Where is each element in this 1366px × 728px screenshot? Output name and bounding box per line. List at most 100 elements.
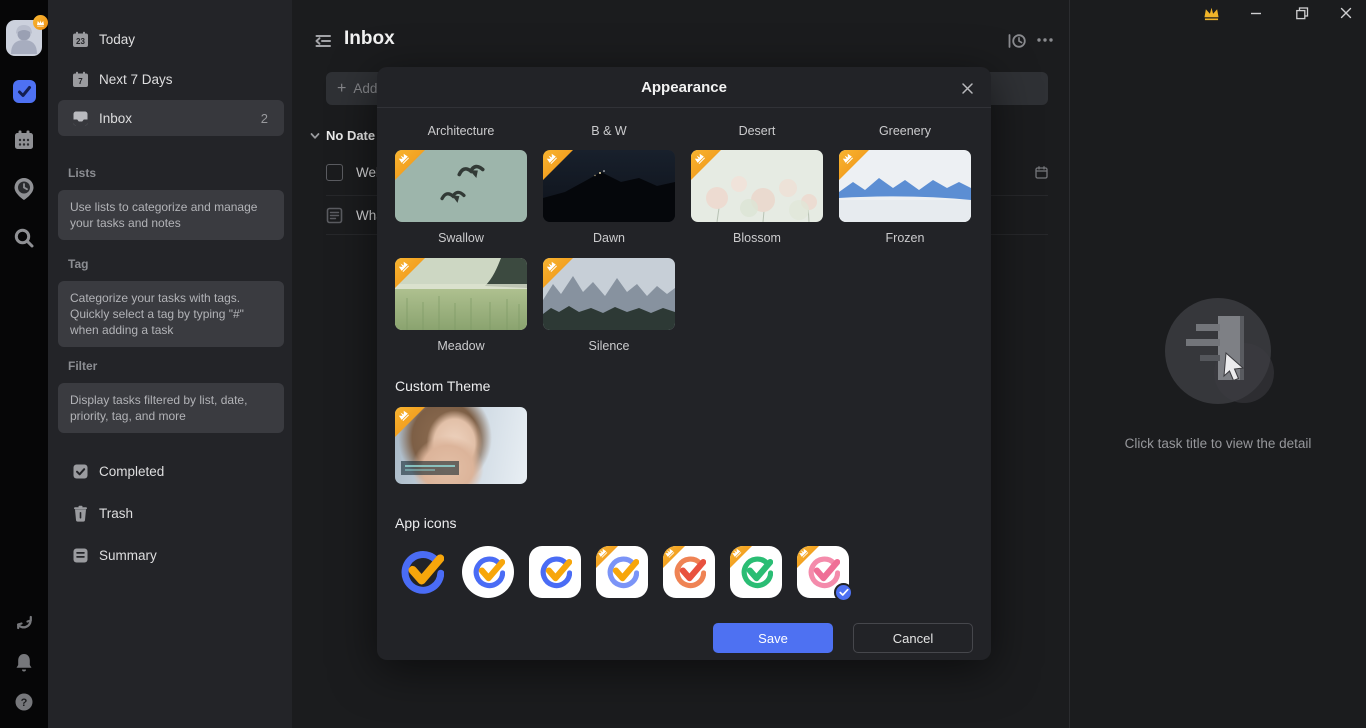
sidebar-item-next7days[interactable]: 7 Next 7 Days [48, 66, 292, 92]
theme-swallow[interactable]: Swallow [395, 150, 527, 245]
page-title: Inbox [344, 28, 395, 50]
theme-name: B & W [543, 124, 675, 138]
section-label-filter[interactable]: Filter [48, 359, 292, 373]
premium-crown-icon[interactable] [1201, 3, 1221, 23]
theme-name: Greenery [839, 124, 971, 138]
today-calendar-icon: 23 [72, 31, 89, 48]
theme-name: Desert [691, 124, 823, 138]
svg-text:?: ? [21, 697, 28, 709]
collapse-sidebar-icon[interactable] [313, 31, 333, 51]
theme-row: Meadow Silence [395, 258, 973, 353]
sidebar-item-label: Completed [99, 464, 164, 479]
sidebar-item-inbox[interactable]: Inbox 2 [58, 100, 284, 136]
sidebar-item-label: Summary [99, 548, 157, 563]
appearance-dialog: Appearance Architecture B & W Desert Gre… [377, 67, 991, 660]
help-icon[interactable]: ? [12, 690, 36, 714]
maximize-restore-button[interactable] [1292, 3, 1312, 23]
app-icon-pink-premium-selected[interactable] [797, 546, 849, 598]
more-options-icon[interactable] [1035, 33, 1055, 47]
chevron-down-icon [310, 132, 320, 140]
section-label-lists[interactable]: Lists [48, 166, 292, 180]
premium-crown-badge [395, 407, 425, 437]
user-avatar[interactable] [6, 20, 42, 56]
app-icon-white-circle[interactable] [462, 546, 514, 598]
theme-name: Meadow [395, 339, 527, 353]
custom-theme-thumbnail[interactable] [395, 407, 527, 484]
save-button[interactable]: Save [713, 623, 833, 653]
rail-tasks-icon[interactable] [12, 79, 36, 103]
sync-icon[interactable] [12, 610, 36, 634]
theme-thumbnail-blossom[interactable] [691, 150, 823, 222]
sidebar-item-label: Trash [99, 506, 133, 521]
inbox-icon [72, 110, 89, 127]
theme-thumbnail-silence[interactable] [543, 258, 675, 330]
trash-icon [72, 505, 89, 522]
rail-focus-icon[interactable] [12, 177, 36, 201]
group-label: No Date [326, 128, 375, 143]
theme-name: Frozen [839, 231, 971, 245]
sidebar-item-label: Next 7 Days [99, 72, 173, 87]
notification-bell-icon[interactable] [12, 650, 36, 674]
empty-state-illustration [1156, 293, 1280, 417]
sidebar-item-label: Today [99, 32, 135, 47]
filter-hint[interactable]: Display tasks filtered by list, date, pr… [58, 383, 284, 433]
theme-blossom[interactable]: Blossom [691, 150, 823, 245]
dialog-footer: Save Cancel [395, 623, 973, 653]
theme-name: Silence [543, 339, 675, 353]
selected-check-badge [834, 583, 853, 602]
cancel-button[interactable]: Cancel [853, 623, 973, 653]
rail-calendar-icon[interactable] [12, 128, 36, 152]
sort-icon[interactable] [1006, 31, 1027, 51]
minimize-button[interactable] [1246, 3, 1266, 23]
close-dialog-icon[interactable] [957, 78, 977, 98]
theme-silence[interactable]: Silence [543, 258, 675, 353]
app-icons-row [395, 544, 973, 600]
app-icon-white-square[interactable] [529, 546, 581, 598]
section-label-tag[interactable]: Tag [48, 257, 292, 271]
theme-thumbnail-frozen[interactable] [839, 150, 971, 222]
app-icon-green-premium[interactable] [730, 546, 782, 598]
detail-panel: Click task title to view the detail [1069, 0, 1366, 728]
theme-thumbnail-dawn[interactable] [543, 150, 675, 222]
theme-name: Dawn [543, 231, 675, 245]
sidebar-item-today[interactable]: 23 Today [48, 26, 292, 52]
avatar-premium-crown-icon [33, 15, 48, 30]
svg-text:7: 7 [78, 77, 83, 86]
task-calendar-icon [1035, 166, 1048, 179]
app-icon-logo-plain[interactable] [395, 546, 447, 598]
next7days-calendar-icon: 7 [72, 71, 89, 88]
left-rail: ? [0, 0, 48, 728]
svg-text:23: 23 [76, 37, 85, 46]
detail-hint-text: Click task title to view the detail [1070, 436, 1366, 451]
theme-meadow[interactable]: Meadow [395, 258, 527, 353]
theme-name: Blossom [691, 231, 823, 245]
app-icon-light-blue-premium[interactable] [596, 546, 648, 598]
theme-dawn[interactable]: Dawn [543, 150, 675, 245]
theme-thumbnail-meadow[interactable] [395, 258, 527, 330]
tag-hint[interactable]: Categorize your tasks with tags. Quickly… [58, 281, 284, 347]
app-icons-label: App icons [395, 515, 973, 531]
rail-search-icon[interactable] [12, 226, 36, 250]
task-checkbox[interactable] [326, 164, 343, 181]
theme-thumbnail-swallow[interactable] [395, 150, 527, 222]
theme-row: Swallow Dawn [395, 150, 973, 245]
theme-frozen[interactable]: Frozen [839, 150, 971, 245]
dialog-title: Appearance [377, 67, 991, 108]
list-header: Inbox [292, 0, 1069, 62]
lists-hint[interactable]: Use lists to categorize and manage your … [58, 190, 284, 240]
app-icon-orange-premium[interactable] [663, 546, 715, 598]
close-window-button[interactable] [1336, 3, 1356, 23]
sidebar-item-summary[interactable]: Summary [48, 542, 292, 568]
dialog-body: Architecture B & W Desert Greenery Swall… [377, 124, 991, 653]
sidebar: 23 Today 7 Next 7 Days Inbox 2 Lists Use… [48, 0, 292, 728]
sidebar-item-trash[interactable]: Trash [48, 500, 292, 526]
completed-icon [72, 463, 89, 480]
group-header-no-date[interactable]: No Date [310, 128, 375, 143]
custom-theme-label: Custom Theme [395, 378, 973, 394]
sidebar-item-completed[interactable]: Completed [48, 458, 292, 484]
inbox-count-badge: 2 [261, 111, 284, 126]
theme-name: Swallow [395, 231, 527, 245]
theme-name: Architecture [395, 124, 527, 138]
custom-theme-caption [401, 461, 459, 475]
plus-icon: + [337, 81, 346, 97]
